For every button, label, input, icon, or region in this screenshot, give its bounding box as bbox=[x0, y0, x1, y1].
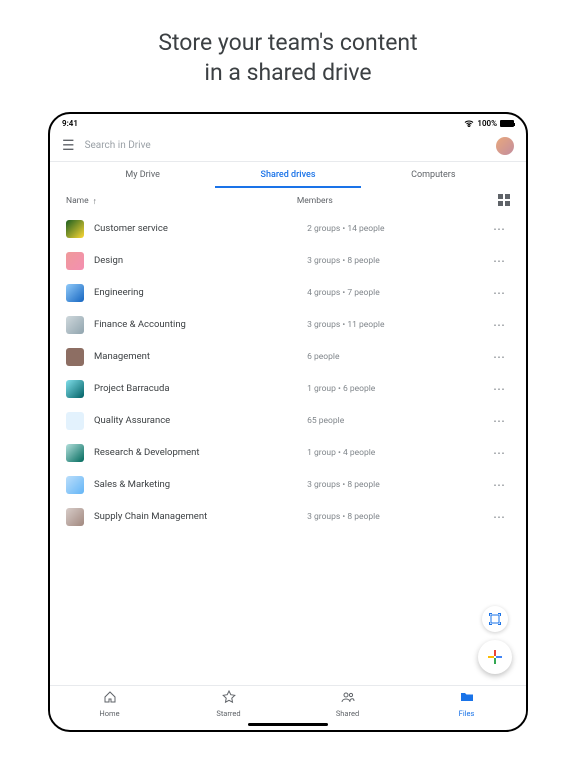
drive-row[interactable]: Management6 people⋯ bbox=[58, 341, 518, 373]
drive-row[interactable]: Design3 groups • 8 people⋯ bbox=[58, 245, 518, 277]
drive-name: Customer service bbox=[94, 223, 307, 234]
drive-members: 3 groups • 8 people bbox=[307, 256, 489, 266]
drive-row[interactable]: Supply Chain Management3 groups • 8 peop… bbox=[58, 501, 518, 533]
more-options-icon[interactable]: ⋯ bbox=[489, 478, 510, 492]
drive-members: 3 groups • 8 people bbox=[307, 512, 489, 522]
tab-computers[interactable]: Computers bbox=[361, 162, 506, 188]
status-time: 9:41 bbox=[62, 119, 78, 128]
drive-thumbnail bbox=[66, 380, 84, 398]
drive-row[interactable]: Project Barracuda1 group • 6 people⋯ bbox=[58, 373, 518, 405]
avatar[interactable] bbox=[496, 137, 514, 155]
drive-name: Finance & Accounting bbox=[94, 319, 307, 330]
tab-my-drive[interactable]: My Drive bbox=[70, 162, 215, 188]
drive-members: 4 groups • 7 people bbox=[307, 288, 489, 298]
sort-ascending-icon: ↑ bbox=[93, 196, 97, 207]
search-input[interactable]: Search in Drive bbox=[85, 140, 486, 151]
drive-row[interactable]: Research & Development1 group • 4 people… bbox=[58, 437, 518, 469]
drive-name: Engineering bbox=[94, 287, 307, 298]
shared-drives-list: Customer service2 groups • 14 people⋯Des… bbox=[50, 213, 526, 685]
scan-button[interactable] bbox=[482, 606, 508, 632]
home-icon bbox=[103, 690, 117, 708]
more-options-icon[interactable]: ⋯ bbox=[489, 414, 510, 428]
device-frame: 9:41 100% ☰ Search in Drive My Drive Sha… bbox=[48, 112, 528, 732]
grid-view-icon[interactable] bbox=[498, 194, 510, 209]
more-options-icon[interactable]: ⋯ bbox=[489, 510, 510, 524]
home-indicator bbox=[248, 723, 328, 726]
more-options-icon[interactable]: ⋯ bbox=[489, 350, 510, 364]
nav-shared[interactable]: Shared bbox=[288, 690, 407, 718]
status-bar: 9:41 100% bbox=[50, 114, 526, 131]
drive-thumbnail bbox=[66, 348, 84, 366]
tab-shared-drives[interactable]: Shared drives bbox=[215, 162, 360, 188]
list-header: Name ↑ Members bbox=[50, 188, 526, 213]
drive-row[interactable]: Customer service2 groups • 14 people⋯ bbox=[58, 213, 518, 245]
drive-row[interactable]: Quality Assurance65 people⋯ bbox=[58, 405, 518, 437]
search-bar[interactable]: ☰ Search in Drive bbox=[50, 131, 526, 161]
drive-row[interactable]: Engineering4 groups • 7 people⋯ bbox=[58, 277, 518, 309]
drive-members: 6 people bbox=[307, 352, 489, 362]
drive-thumbnail bbox=[66, 220, 84, 238]
drive-name: Research & Development bbox=[94, 447, 307, 458]
drive-thumbnail bbox=[66, 476, 84, 494]
bottom-nav: Home Starred Shared Files bbox=[50, 685, 526, 720]
drive-name: Supply Chain Management bbox=[94, 511, 307, 522]
drive-thumbnail bbox=[66, 444, 84, 462]
column-members-header: Members bbox=[297, 196, 498, 206]
star-icon bbox=[222, 690, 236, 708]
drive-members: 65 people bbox=[307, 416, 489, 426]
more-options-icon[interactable]: ⋯ bbox=[489, 254, 510, 268]
drive-thumbnail bbox=[66, 284, 84, 302]
drive-members: 2 groups • 14 people bbox=[307, 224, 489, 234]
drive-members: 3 groups • 11 people bbox=[307, 320, 489, 330]
folder-icon bbox=[460, 690, 474, 708]
drive-thumbnail bbox=[66, 316, 84, 334]
drive-name: Sales & Marketing bbox=[94, 479, 307, 490]
drive-name: Project Barracuda bbox=[94, 383, 307, 394]
nav-home[interactable]: Home bbox=[50, 690, 169, 718]
drive-members: 1 group • 4 people bbox=[307, 448, 489, 458]
marketing-headline: Store your team's content in a shared dr… bbox=[158, 28, 417, 88]
more-options-icon[interactable]: ⋯ bbox=[489, 318, 510, 332]
nav-files[interactable]: Files bbox=[407, 690, 526, 718]
add-button[interactable] bbox=[478, 640, 512, 674]
drive-name: Management bbox=[94, 351, 307, 362]
drive-members: 3 groups • 8 people bbox=[307, 480, 489, 490]
nav-starred[interactable]: Starred bbox=[169, 690, 288, 718]
drive-name: Design bbox=[94, 255, 307, 266]
drive-thumbnail bbox=[66, 252, 84, 270]
more-options-icon[interactable]: ⋯ bbox=[489, 222, 510, 236]
drive-row[interactable]: Finance & Accounting3 groups • 11 people… bbox=[58, 309, 518, 341]
more-options-icon[interactable]: ⋯ bbox=[489, 286, 510, 300]
battery-icon bbox=[500, 120, 514, 127]
drive-members: 1 group • 6 people bbox=[307, 384, 489, 394]
drive-row[interactable]: Sales & Marketing3 groups • 8 people⋯ bbox=[58, 469, 518, 501]
more-options-icon[interactable]: ⋯ bbox=[489, 446, 510, 460]
tabs: My Drive Shared drives Computers bbox=[50, 162, 526, 188]
drive-thumbnail bbox=[66, 508, 84, 526]
drive-thumbnail bbox=[66, 412, 84, 430]
wifi-icon bbox=[464, 119, 474, 129]
more-options-icon[interactable]: ⋯ bbox=[489, 382, 510, 396]
battery-percent: 100% bbox=[477, 119, 497, 128]
drive-name: Quality Assurance bbox=[94, 415, 307, 426]
column-name-header[interactable]: Name ↑ bbox=[66, 196, 297, 207]
people-icon bbox=[341, 690, 355, 708]
menu-icon[interactable]: ☰ bbox=[62, 138, 75, 154]
